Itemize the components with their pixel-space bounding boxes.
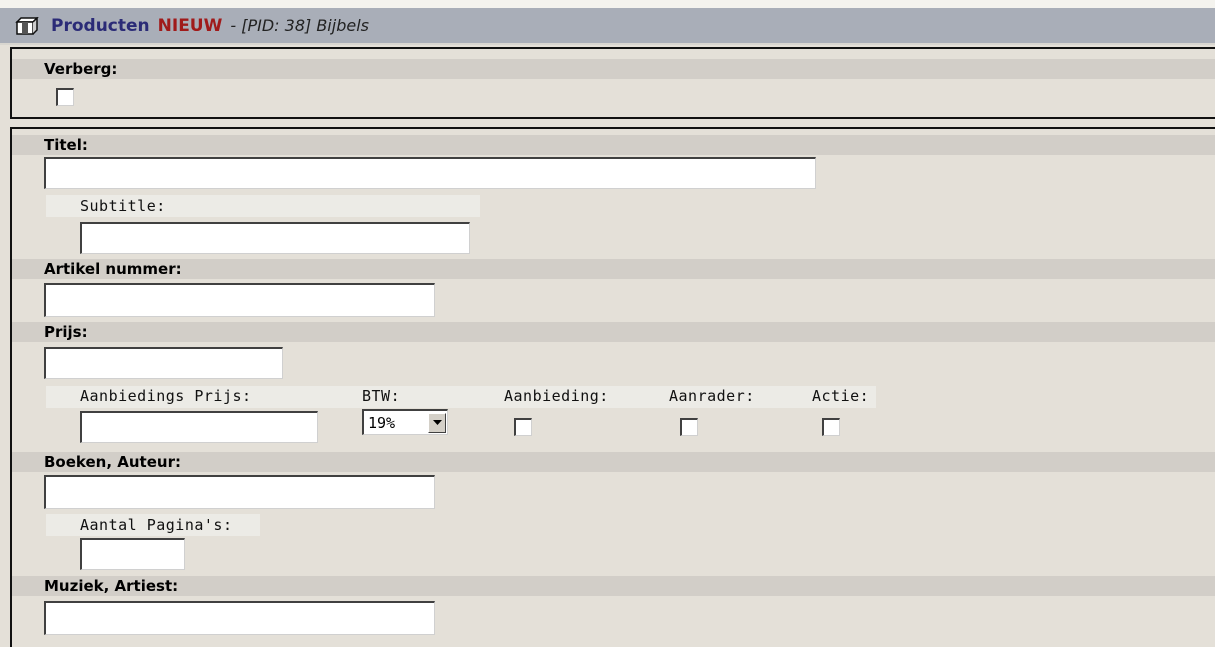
chevron-down-icon[interactable]: [428, 412, 446, 433]
pagina-label: Aantal Pagina's:: [46, 514, 260, 536]
boeken-header: Boeken, Auteur:: [12, 452, 1215, 472]
top-strip: [0, 0, 1215, 8]
actie-label: Actie:: [812, 387, 870, 405]
aanbieding-label: Aanbieding:: [504, 387, 609, 405]
titel-header: Titel:: [12, 135, 1215, 155]
muziek-header: Muziek, Artiest:: [12, 576, 1215, 596]
aanbieding-checkbox[interactable]: [514, 418, 532, 436]
actie-checkbox[interactable]: [822, 418, 840, 436]
btw-label: BTW:: [362, 387, 401, 405]
subtitle-input[interactable]: [80, 222, 470, 254]
btw-select[interactable]: 19%: [362, 409, 448, 435]
aanbiedings-prijs-input[interactable]: [80, 411, 318, 443]
module-name: Producten: [51, 15, 150, 36]
btw-selected-value: 19%: [368, 413, 396, 432]
titel-input[interactable]: [44, 157, 816, 189]
artikel-input[interactable]: [44, 283, 435, 317]
record-context: - [PID: 38] Bijbels: [230, 16, 369, 35]
title-bar: Producten NIEUW - [PID: 38] Bijbels: [0, 8, 1215, 45]
aanrader-checkbox[interactable]: [680, 418, 698, 436]
box-icon: [15, 16, 41, 36]
aanrader-label: Aanrader:: [669, 387, 755, 405]
pagina-input[interactable]: [80, 538, 185, 570]
subtitle-label: Subtitle:: [46, 195, 480, 217]
visibility-section: [10, 47, 1215, 119]
verberg-header: Verberg:: [12, 59, 1215, 79]
boeken-input[interactable]: [44, 475, 435, 509]
artikel-header: Artikel nummer:: [12, 259, 1215, 279]
prijs-input[interactable]: [44, 347, 283, 379]
prijs-header: Prijs:: [12, 322, 1215, 342]
new-badge: NIEUW: [157, 15, 223, 36]
muziek-input[interactable]: [44, 601, 435, 635]
aanbiedings-prijs-label: Aanbiedings Prijs:: [80, 387, 252, 405]
verberg-checkbox[interactable]: [56, 88, 74, 106]
